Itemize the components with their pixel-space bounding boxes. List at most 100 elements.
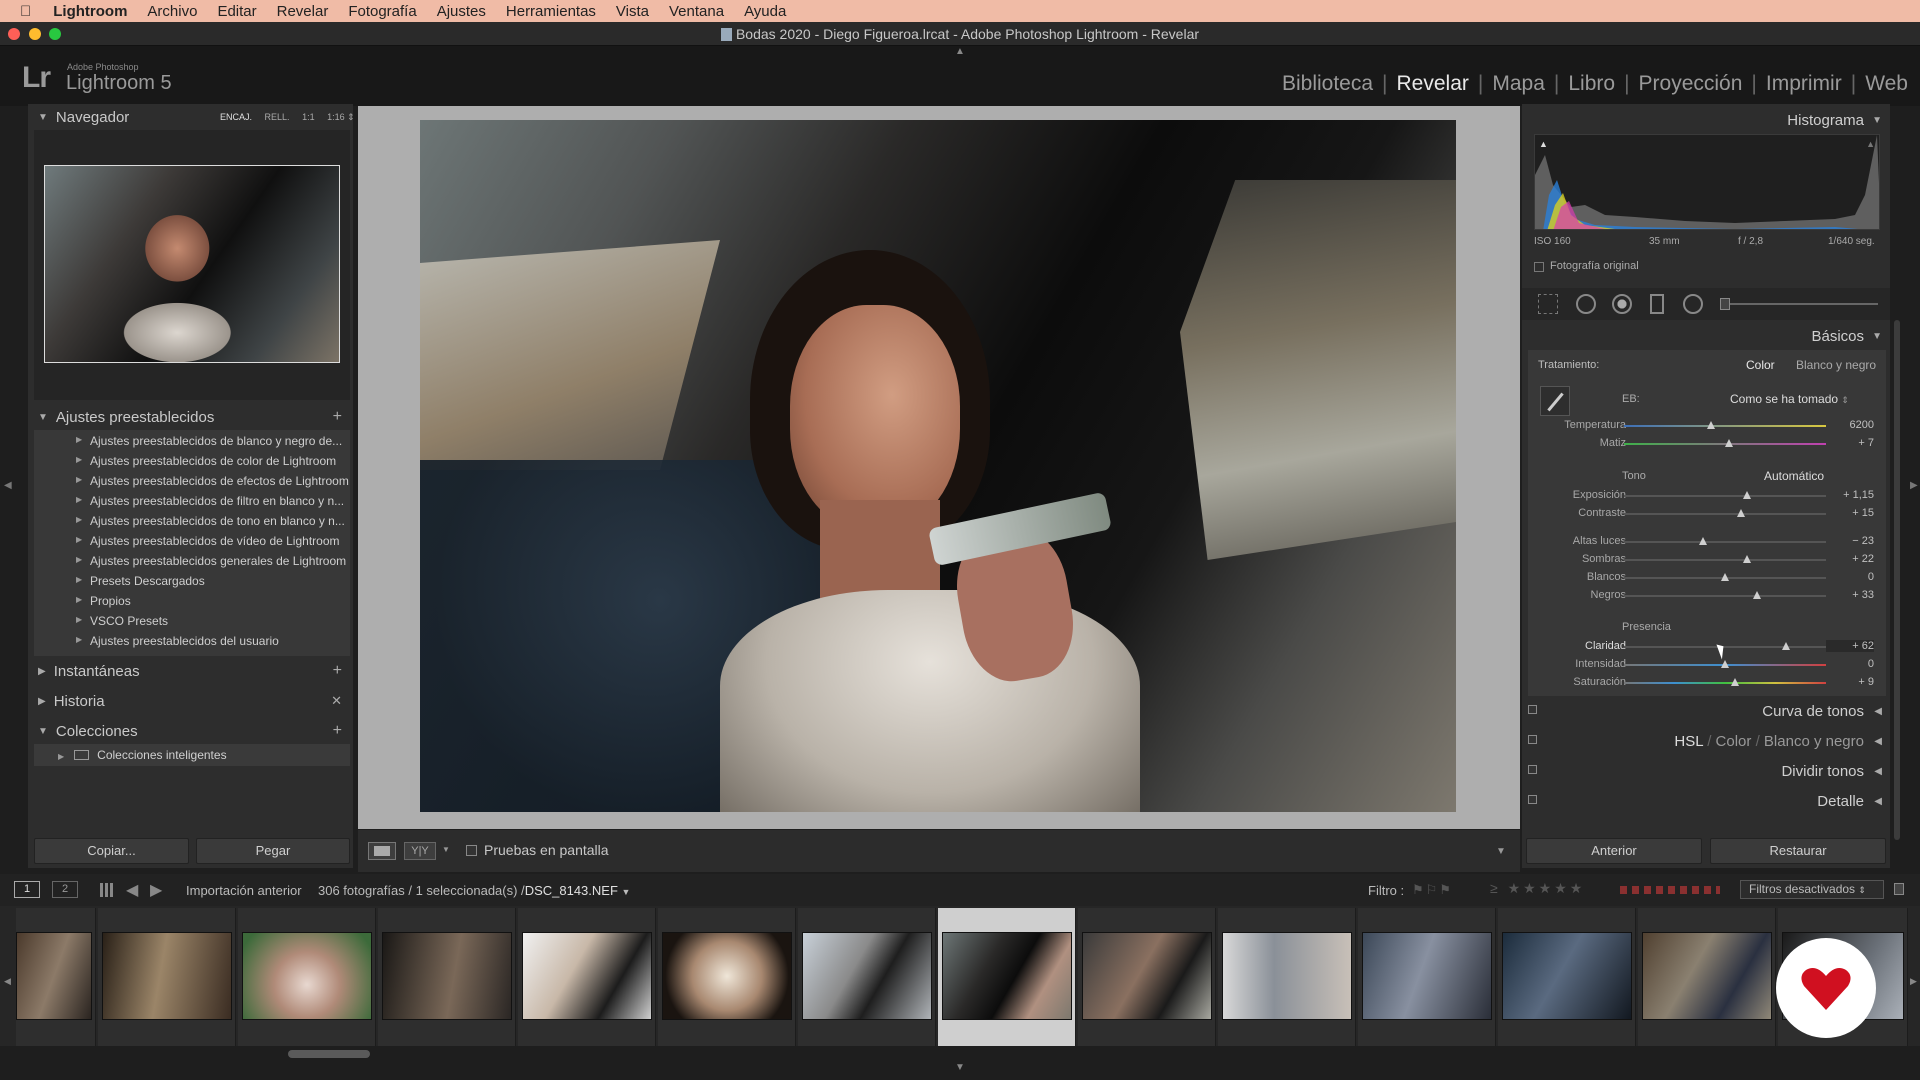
slider-value[interactable]: + 33 xyxy=(1826,589,1874,601)
preset-folder[interactable]: ▶ Ajustes preestablecidos generales de Li… xyxy=(76,554,346,568)
filmstrip-source[interactable]: Importación anterior xyxy=(186,883,302,898)
crop-tool-icon[interactable] xyxy=(1538,294,1558,314)
slider-thumb[interactable] xyxy=(1721,573,1729,581)
spot-removal-icon[interactable] xyxy=(1576,294,1596,314)
module-biblioteca[interactable]: Biblioteca xyxy=(1282,72,1373,96)
collapse-top-arrow-icon[interactable]: ▲ xyxy=(955,46,965,57)
apple-menu-icon[interactable]:  xyxy=(20,3,31,20)
snapshots-header[interactable]: ▶ Instantáneas + xyxy=(38,658,350,684)
zoom-chevron-icon[interactable]: ⇕ xyxy=(347,112,355,122)
preset-folder[interactable]: ▶ Ajustes preestablecidos de filtro en bl… xyxy=(76,494,344,508)
filmstrip-thumbnail[interactable] xyxy=(1082,932,1212,1020)
zoom-window-button[interactable] xyxy=(49,28,61,40)
menu-ayuda[interactable]: Ayuda xyxy=(744,3,786,20)
previous-button[interactable]: Anterior xyxy=(1526,838,1702,864)
panel-switch[interactable] xyxy=(1528,735,1537,744)
slider-clarity[interactable]: Claridad + 62 xyxy=(1535,639,1880,655)
original-photo-checkbox[interactable] xyxy=(1534,262,1544,272)
slider-track[interactable] xyxy=(1624,541,1826,543)
menu-ajustes[interactable]: Ajustes xyxy=(437,3,486,20)
preset-folder[interactable]: ▶ Presets Descargados xyxy=(76,574,205,588)
rating-filter-stars[interactable]: ≥ ★★★★★ xyxy=(1490,880,1585,897)
slider-value[interactable]: + 15 xyxy=(1826,507,1874,519)
add-collection-icon[interactable]: + xyxy=(333,722,342,740)
filmstrip-info[interactable]: 306 fotografías / 1 seleccionada(s) /DSC… xyxy=(318,883,630,898)
slider-thumb[interactable] xyxy=(1706,421,1715,429)
panel-switch[interactable] xyxy=(1528,705,1537,714)
treatment-color-option[interactable]: Color xyxy=(1746,358,1775,372)
slider-thumb[interactable] xyxy=(1725,439,1734,447)
zoom-1-16[interactable]: 1:16 xyxy=(327,112,345,122)
slider-value[interactable]: 0 xyxy=(1826,571,1874,583)
menu-revelar[interactable]: Revelar xyxy=(277,3,329,20)
zoom-fill[interactable]: RELL. xyxy=(265,112,290,122)
presets-header[interactable]: ▼ Ajustes preestablecidos + xyxy=(38,404,350,430)
slider-shadows[interactable]: Sombras + 22 xyxy=(1535,552,1880,568)
slider-thumb[interactable] xyxy=(1698,537,1707,545)
grid-view-icon[interactable] xyxy=(100,883,114,897)
tab-hsl[interactable]: HSL xyxy=(1674,733,1703,750)
slider-exposure[interactable]: Exposición + 1,15 xyxy=(1535,488,1880,504)
paste-button[interactable]: Pegar xyxy=(196,838,350,864)
slider-tint[interactable]: Matiz + 7 xyxy=(1535,436,1880,452)
auto-tone-button[interactable]: Automático xyxy=(1764,469,1824,483)
panel-switch[interactable] xyxy=(1528,765,1537,774)
filmstrip-thumbnail-selected[interactable] xyxy=(942,932,1072,1020)
slider-track[interactable] xyxy=(1624,559,1826,561)
history-header[interactable]: ▶ Historia ✕ xyxy=(38,688,350,714)
filmstrip-thumbnail[interactable] xyxy=(1362,932,1492,1020)
slider-contrast[interactable]: Contraste + 15 xyxy=(1535,506,1880,522)
color-label-filters[interactable] xyxy=(1620,886,1720,894)
filmstrip-left-arrow-icon[interactable]: ◀ xyxy=(4,976,11,987)
slider-value[interactable]: + 62 xyxy=(1826,640,1874,652)
menu-archivo[interactable]: Archivo xyxy=(147,3,197,20)
split-toning-header[interactable]: Dividir tonos ◀ xyxy=(1522,757,1890,785)
menu-fotografia[interactable]: Fotografía xyxy=(348,3,416,20)
slider-value[interactable]: − 23 xyxy=(1826,535,1874,547)
slider-value[interactable]: + 22 xyxy=(1826,553,1874,565)
left-panel-toggle-icon[interactable]: ◀ xyxy=(4,480,12,491)
slider-thumb[interactable] xyxy=(1743,491,1752,499)
menu-editar[interactable]: Editar xyxy=(217,3,256,20)
slider-thumb[interactable] xyxy=(1753,591,1762,599)
detail-header[interactable]: Detalle ◀ xyxy=(1522,787,1890,815)
zoom-fit[interactable]: ENCAJ. xyxy=(220,112,252,122)
slider-thumb[interactable] xyxy=(1737,509,1746,517)
filmstrip-thumbnail[interactable] xyxy=(242,932,372,1020)
tab-bw[interactable]: Blanco y negro xyxy=(1764,733,1864,750)
filter-lock-icon[interactable] xyxy=(1894,883,1904,895)
adjustment-brush-icon[interactable] xyxy=(1720,298,1730,310)
primary-window-button[interactable]: 1 xyxy=(14,881,40,898)
preset-folder[interactable]: ▶ Ajustes preestablecidos de blanco y neg… xyxy=(76,434,342,448)
filmstrip-thumbnail[interactable] xyxy=(802,932,932,1020)
filmstrip-thumbnail[interactable] xyxy=(382,932,512,1020)
preset-folder[interactable]: ▶ Ajustes preestablecidos de tono en blan… xyxy=(76,514,345,528)
slider-value[interactable]: 6200 xyxy=(1826,419,1874,431)
panel-switch[interactable] xyxy=(1528,795,1537,804)
module-imprimir[interactable]: Imprimir xyxy=(1766,72,1842,96)
main-photo[interactable] xyxy=(420,120,1456,812)
preset-folder[interactable]: ▶ Propios xyxy=(76,594,131,608)
slider-thumb[interactable] xyxy=(1743,555,1752,563)
wb-select[interactable]: Como se ha tomado ⇕ xyxy=(1730,392,1849,406)
close-window-button[interactable] xyxy=(8,28,20,40)
filmstrip-scrollbar[interactable] xyxy=(288,1050,370,1058)
slider-saturation[interactable]: Saturación + 9 xyxy=(1535,675,1880,691)
back-arrow-icon[interactable]: ◀ xyxy=(126,880,138,900)
preset-folder[interactable]: ▶ VSCO Presets xyxy=(76,614,168,628)
slider-track[interactable] xyxy=(1624,646,1826,648)
slider-track[interactable] xyxy=(1624,495,1826,497)
collections-header[interactable]: ▼ Colecciones + xyxy=(38,718,350,744)
secondary-window-button[interactable]: 2 xyxy=(52,881,78,898)
filmstrip-thumbnail[interactable] xyxy=(1642,932,1772,1020)
add-preset-icon[interactable]: + xyxy=(333,408,342,426)
filmstrip-thumbnail[interactable] xyxy=(1502,932,1632,1020)
menu-app-name[interactable]: Lightroom xyxy=(53,3,127,20)
collapse-bottom-arrow-icon[interactable]: ▼ xyxy=(955,1062,965,1073)
filter-state-select[interactable]: Filtros desactivados ⇕ xyxy=(1740,880,1884,899)
hsl-header[interactable]: HSL / Color / Blanco y negro ◀ xyxy=(1522,727,1890,755)
slider-track[interactable] xyxy=(1624,425,1826,427)
preset-folder[interactable]: ▶ Ajustes preestablecidos de color de Lig… xyxy=(76,454,336,468)
slider-blacks[interactable]: Negros + 33 xyxy=(1535,588,1880,604)
slider-track[interactable] xyxy=(1624,513,1826,515)
